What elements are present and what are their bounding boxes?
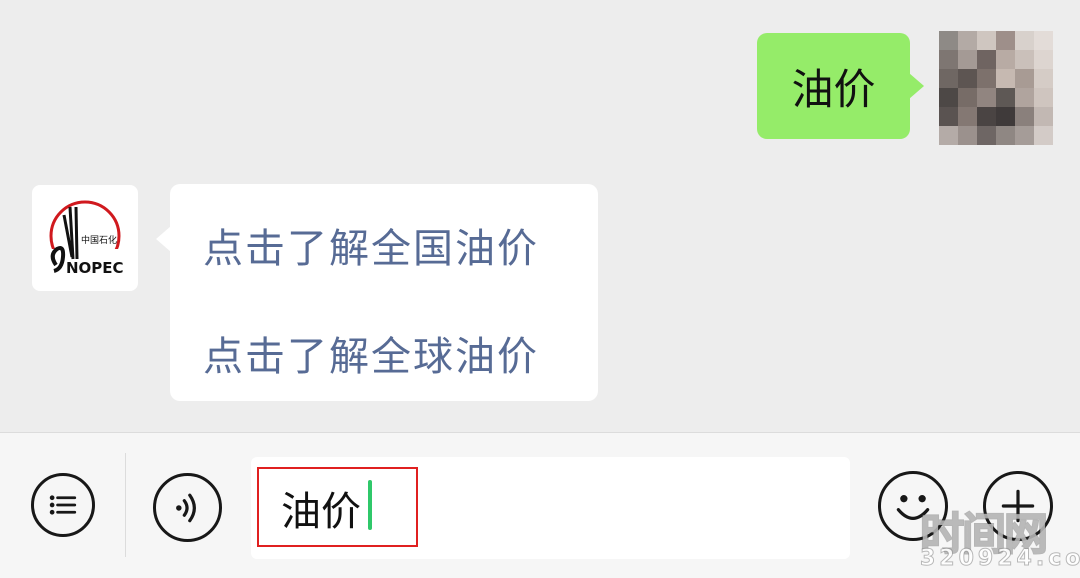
sent-message-text: 油价 <box>791 64 876 114</box>
message-input[interactable]: 油价 <box>251 457 850 559</box>
received-message-bubble: 点击了解全国油价 点击了解全球油价 <box>156 184 598 401</box>
more-button[interactable] <box>983 471 1053 541</box>
emoji-icon <box>896 495 930 520</box>
voice-icon <box>176 493 196 523</box>
user-avatar[interactable] <box>939 31 1053 145</box>
emoji-button[interactable] <box>878 471 948 541</box>
svg-text:NOPEC: NOPEC <box>66 259 124 277</box>
text-caret <box>368 480 372 530</box>
input-bar: 油价 <box>0 432 1080 578</box>
plus-icon <box>1001 489 1035 523</box>
bot-avatar[interactable]: 中国石化 NOPEC <box>32 185 138 291</box>
chat-area: 油价 中国石化 NOPEC 点击了解全国油价 点击了解全球油价 <box>0 0 1080 432</box>
menu-button[interactable] <box>31 473 95 537</box>
menu-icon <box>49 495 77 515</box>
link-global-oil-price[interactable]: 点击了解全球油价 <box>203 324 539 382</box>
svg-text:中国石化: 中国石化 <box>81 234 117 246</box>
toolbar-divider <box>125 453 126 557</box>
voice-button[interactable] <box>153 473 222 542</box>
sent-message-bubble[interactable]: 油价 <box>757 33 924 139</box>
link-national-oil-price[interactable]: 点击了解全国油价 <box>203 216 539 274</box>
input-value: 油价 <box>281 489 361 535</box>
sinopec-logo-icon: 中国石化 NOPEC <box>49 200 124 277</box>
